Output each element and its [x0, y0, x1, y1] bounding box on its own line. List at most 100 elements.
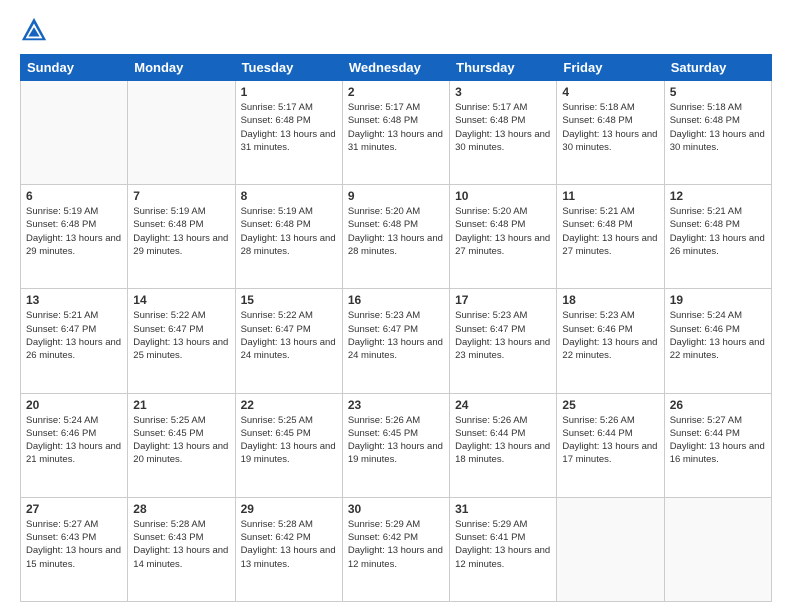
- week-row-5: 27 Sunrise: 5:27 AM Sunset: 6:43 PM Dayli…: [21, 497, 772, 601]
- calendar-cell: 5 Sunrise: 5:18 AM Sunset: 6:48 PM Daylig…: [664, 81, 771, 185]
- day-info: Sunrise: 5:22 AM Sunset: 6:47 PM Dayligh…: [133, 309, 229, 362]
- day-number: 31: [455, 502, 551, 516]
- day-info: Sunrise: 5:24 AM Sunset: 6:46 PM Dayligh…: [26, 414, 122, 467]
- day-info: Sunrise: 5:22 AM Sunset: 6:47 PM Dayligh…: [241, 309, 337, 362]
- day-number: 2: [348, 85, 444, 99]
- day-info: Sunrise: 5:29 AM Sunset: 6:42 PM Dayligh…: [348, 518, 444, 571]
- calendar-cell: 24 Sunrise: 5:26 AM Sunset: 6:44 PM Dayli…: [450, 393, 557, 497]
- day-info: Sunrise: 5:21 AM Sunset: 6:47 PM Dayligh…: [26, 309, 122, 362]
- day-number: 22: [241, 398, 337, 412]
- calendar-cell: 25 Sunrise: 5:26 AM Sunset: 6:44 PM Dayli…: [557, 393, 664, 497]
- day-info: Sunrise: 5:17 AM Sunset: 6:48 PM Dayligh…: [241, 101, 337, 154]
- day-info: Sunrise: 5:26 AM Sunset: 6:44 PM Dayligh…: [562, 414, 658, 467]
- day-number: 1: [241, 85, 337, 99]
- day-number: 25: [562, 398, 658, 412]
- calendar-cell: 30Sunrise: 5:29 AM Sunset: 6:42 PM Dayli…: [342, 497, 449, 601]
- day-info: Sunrise: 5:27 AM Sunset: 6:44 PM Dayligh…: [670, 414, 766, 467]
- calendar-cell: 15 Sunrise: 5:22 AM Sunset: 6:47 PM Dayli…: [235, 289, 342, 393]
- calendar-cell: 6 Sunrise: 5:19 AM Sunset: 6:48 PM Daylig…: [21, 185, 128, 289]
- day-number: 18: [562, 293, 658, 307]
- calendar-cell: 20 Sunrise: 5:24 AM Sunset: 6:46 PM Dayli…: [21, 393, 128, 497]
- weekday-header-saturday: Saturday: [664, 55, 771, 81]
- day-info: Sunrise: 5:18 AM Sunset: 6:48 PM Dayligh…: [670, 101, 766, 154]
- week-row-2: 6 Sunrise: 5:19 AM Sunset: 6:48 PM Daylig…: [21, 185, 772, 289]
- day-info: Sunrise: 5:17 AM Sunset: 6:48 PM Dayligh…: [455, 101, 551, 154]
- day-number: 10: [455, 189, 551, 203]
- calendar-cell: 14Sunrise: 5:22 AM Sunset: 6:47 PM Dayli…: [128, 289, 235, 393]
- calendar-cell: 26 Sunrise: 5:27 AM Sunset: 6:44 PM Dayli…: [664, 393, 771, 497]
- calendar-cell: [557, 497, 664, 601]
- day-number: 27: [26, 502, 122, 516]
- day-number: 16: [348, 293, 444, 307]
- calendar-cell: 4 Sunrise: 5:18 AM Sunset: 6:48 PM Daylig…: [557, 81, 664, 185]
- day-number: 20: [26, 398, 122, 412]
- calendar-cell: 9Sunrise: 5:20 AM Sunset: 6:48 PM Daylig…: [342, 185, 449, 289]
- calendar-cell: 11Sunrise: 5:21 AM Sunset: 6:48 PM Dayli…: [557, 185, 664, 289]
- day-info: Sunrise: 5:21 AM Sunset: 6:48 PM Dayligh…: [562, 205, 658, 258]
- day-number: 13: [26, 293, 122, 307]
- calendar-cell: 2Sunrise: 5:17 AM Sunset: 6:48 PM Daylig…: [342, 81, 449, 185]
- calendar-cell: [128, 81, 235, 185]
- day-number: 15: [241, 293, 337, 307]
- week-row-3: 13 Sunrise: 5:21 AM Sunset: 6:47 PM Dayli…: [21, 289, 772, 393]
- day-number: 29: [241, 502, 337, 516]
- day-number: 17: [455, 293, 551, 307]
- day-info: Sunrise: 5:23 AM Sunset: 6:47 PM Dayligh…: [348, 309, 444, 362]
- calendar-cell: [21, 81, 128, 185]
- calendar-cell: 29 Sunrise: 5:28 AM Sunset: 6:42 PM Dayli…: [235, 497, 342, 601]
- calendar-cell: [664, 497, 771, 601]
- weekday-header-friday: Friday: [557, 55, 664, 81]
- day-info: Sunrise: 5:25 AM Sunset: 6:45 PM Dayligh…: [241, 414, 337, 467]
- page: SundayMondayTuesdayWednesdayThursdayFrid…: [0, 0, 792, 612]
- calendar-cell: 31 Sunrise: 5:29 AM Sunset: 6:41 PM Dayli…: [450, 497, 557, 601]
- calendar-cell: 8 Sunrise: 5:19 AM Sunset: 6:48 PM Daylig…: [235, 185, 342, 289]
- day-number: 5: [670, 85, 766, 99]
- weekday-header-wednesday: Wednesday: [342, 55, 449, 81]
- calendar-cell: 19 Sunrise: 5:24 AM Sunset: 6:46 PM Dayli…: [664, 289, 771, 393]
- calendar-cell: 12 Sunrise: 5:21 AM Sunset: 6:48 PM Dayli…: [664, 185, 771, 289]
- calendar-cell: 18 Sunrise: 5:23 AM Sunset: 6:46 PM Dayli…: [557, 289, 664, 393]
- day-number: 4: [562, 85, 658, 99]
- day-number: 8: [241, 189, 337, 203]
- day-info: Sunrise: 5:19 AM Sunset: 6:48 PM Dayligh…: [241, 205, 337, 258]
- day-info: Sunrise: 5:24 AM Sunset: 6:46 PM Dayligh…: [670, 309, 766, 362]
- day-number: 23: [348, 398, 444, 412]
- calendar-cell: 28Sunrise: 5:28 AM Sunset: 6:43 PM Dayli…: [128, 497, 235, 601]
- weekday-header-tuesday: Tuesday: [235, 55, 342, 81]
- logo-icon: [20, 16, 48, 44]
- day-info: Sunrise: 5:23 AM Sunset: 6:46 PM Dayligh…: [562, 309, 658, 362]
- weekday-header-thursday: Thursday: [450, 55, 557, 81]
- day-info: Sunrise: 5:25 AM Sunset: 6:45 PM Dayligh…: [133, 414, 229, 467]
- day-info: Sunrise: 5:21 AM Sunset: 6:48 PM Dayligh…: [670, 205, 766, 258]
- day-info: Sunrise: 5:18 AM Sunset: 6:48 PM Dayligh…: [562, 101, 658, 154]
- day-info: Sunrise: 5:23 AM Sunset: 6:47 PM Dayligh…: [455, 309, 551, 362]
- calendar-cell: 22 Sunrise: 5:25 AM Sunset: 6:45 PM Dayli…: [235, 393, 342, 497]
- day-info: Sunrise: 5:26 AM Sunset: 6:44 PM Dayligh…: [455, 414, 551, 467]
- day-number: 26: [670, 398, 766, 412]
- week-row-1: 1 Sunrise: 5:17 AM Sunset: 6:48 PM Daylig…: [21, 81, 772, 185]
- day-number: 19: [670, 293, 766, 307]
- weekday-header-monday: Monday: [128, 55, 235, 81]
- calendar-cell: 3Sunrise: 5:17 AM Sunset: 6:48 PM Daylig…: [450, 81, 557, 185]
- day-number: 24: [455, 398, 551, 412]
- header: [20, 16, 772, 44]
- day-number: 12: [670, 189, 766, 203]
- day-info: Sunrise: 5:26 AM Sunset: 6:45 PM Dayligh…: [348, 414, 444, 467]
- day-info: Sunrise: 5:27 AM Sunset: 6:43 PM Dayligh…: [26, 518, 122, 571]
- calendar-table: SundayMondayTuesdayWednesdayThursdayFrid…: [20, 54, 772, 602]
- calendar-cell: 21Sunrise: 5:25 AM Sunset: 6:45 PM Dayli…: [128, 393, 235, 497]
- logo: [20, 16, 52, 44]
- calendar-cell: 23 Sunrise: 5:26 AM Sunset: 6:45 PM Dayli…: [342, 393, 449, 497]
- day-info: Sunrise: 5:28 AM Sunset: 6:42 PM Dayligh…: [241, 518, 337, 571]
- day-number: 28: [133, 502, 229, 516]
- day-info: Sunrise: 5:19 AM Sunset: 6:48 PM Dayligh…: [26, 205, 122, 258]
- weekday-header-sunday: Sunday: [21, 55, 128, 81]
- calendar-cell: 16 Sunrise: 5:23 AM Sunset: 6:47 PM Dayli…: [342, 289, 449, 393]
- day-number: 7: [133, 189, 229, 203]
- calendar-cell: 7Sunrise: 5:19 AM Sunset: 6:48 PM Daylig…: [128, 185, 235, 289]
- day-number: 6: [26, 189, 122, 203]
- weekday-header-row: SundayMondayTuesdayWednesdayThursdayFrid…: [21, 55, 772, 81]
- day-info: Sunrise: 5:20 AM Sunset: 6:48 PM Dayligh…: [348, 205, 444, 258]
- day-info: Sunrise: 5:29 AM Sunset: 6:41 PM Dayligh…: [455, 518, 551, 571]
- calendar-cell: 1 Sunrise: 5:17 AM Sunset: 6:48 PM Daylig…: [235, 81, 342, 185]
